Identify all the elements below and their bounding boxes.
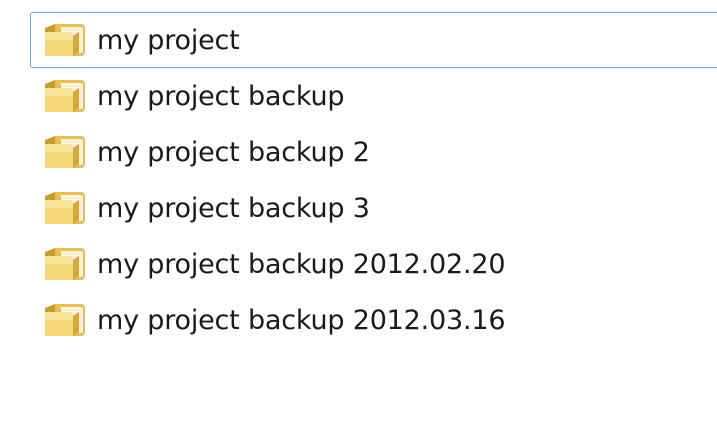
folder-name: my project	[97, 24, 240, 56]
list-item[interactable]: my project backup 2	[30, 124, 717, 180]
list-item[interactable]: my project backup 2012.02.20	[30, 236, 717, 292]
folder-icon	[45, 24, 85, 56]
folder-list: my project my project backup my project …	[30, 12, 717, 348]
list-item[interactable]: my project	[30, 12, 717, 68]
folder-name: my project backup 2012.02.20	[97, 248, 506, 280]
folder-name: my project backup	[97, 80, 345, 112]
list-item[interactable]: my project backup	[30, 68, 717, 124]
folder-icon	[45, 192, 85, 224]
list-item[interactable]: my project backup 3	[30, 180, 717, 236]
folder-name: my project backup 2012.03.16	[97, 304, 506, 336]
folder-icon	[45, 80, 85, 112]
folder-name: my project backup 2	[97, 136, 370, 168]
folder-icon	[45, 136, 85, 168]
folder-name: my project backup 3	[97, 192, 370, 224]
folder-icon	[45, 248, 85, 280]
list-item[interactable]: my project backup 2012.03.16	[30, 292, 717, 348]
folder-icon	[45, 304, 85, 336]
